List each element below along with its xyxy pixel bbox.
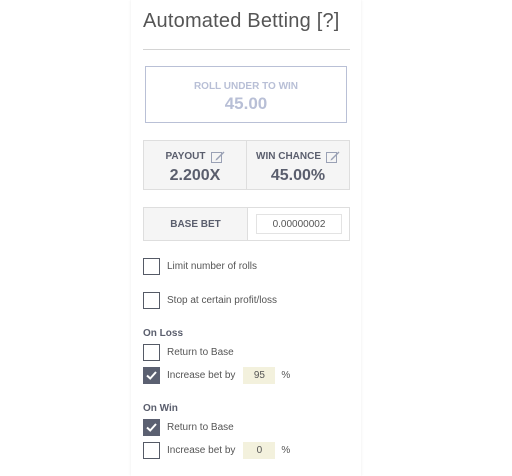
on-win-return-label: Return to Base	[167, 422, 234, 433]
limit-rolls-checkbox[interactable]	[143, 258, 160, 275]
on-loss-return-option[interactable]: Return to Base	[143, 344, 234, 361]
page-title: Automated Betting [?]	[143, 10, 340, 32]
on-loss-increase-option[interactable]: Increase bet by %	[143, 367, 290, 384]
on-win-increase-option[interactable]: Increase bet by %	[143, 442, 290, 459]
on-loss-return-checkbox[interactable]	[143, 344, 160, 361]
title-divider	[143, 49, 350, 50]
win-chance-value: 45.00%	[270, 167, 326, 184]
roll-under-label: ROLL UNDER TO WIN	[193, 81, 299, 92]
base-bet-input[interactable]	[256, 214, 342, 234]
on-win-percent-sign: %	[281, 445, 291, 456]
payout-box: PAYOUT 2.200X	[143, 140, 247, 190]
on-win-return-option[interactable]: Return to Base	[143, 419, 234, 436]
payout-label: PAYOUT	[165, 151, 206, 162]
limit-rolls-label: Limit number of rolls	[167, 261, 258, 272]
on-loss-increase-checkbox[interactable]	[143, 367, 160, 384]
on-win-heading: On Win	[143, 403, 178, 414]
limit-rolls-option[interactable]: Limit number of rolls	[143, 258, 257, 275]
stop-profit-loss-checkbox[interactable]	[143, 292, 160, 309]
checkmark-icon	[146, 371, 157, 380]
on-loss-return-label: Return to Base	[167, 347, 234, 358]
stop-profit-loss-label: Stop at certain profit/loss	[167, 295, 278, 306]
on-loss-increase-label: Increase bet by	[167, 370, 236, 381]
checkmark-icon	[146, 423, 157, 432]
on-win-increase-label: Increase bet by	[167, 445, 236, 456]
base-bet-label: BASE BET	[144, 208, 248, 240]
pencil-edit-icon[interactable]	[210, 150, 225, 163]
win-chance-label: WIN CHANCE	[256, 151, 321, 162]
payout-value: 2.200X	[169, 167, 221, 184]
win-chance-box: WIN CHANCE 45.00%	[247, 140, 350, 190]
on-loss-increase-input[interactable]	[243, 367, 276, 384]
roll-under-value: 45.00	[224, 94, 268, 113]
stats-row: PAYOUT 2.200X WIN CHANCE 45.00%	[143, 140, 350, 190]
pencil-edit-icon[interactable]	[326, 150, 340, 163]
on-loss-percent-sign: %	[281, 370, 291, 381]
roll-under-box[interactable]: ROLL UNDER TO WIN 45.00	[145, 66, 347, 123]
on-win-increase-checkbox[interactable]	[143, 442, 160, 459]
on-win-return-checkbox[interactable]	[143, 419, 160, 436]
on-win-increase-input[interactable]	[243, 442, 276, 459]
on-loss-heading: On Loss	[143, 328, 184, 339]
base-bet-row: BASE BET	[143, 207, 350, 241]
stop-profit-loss-option[interactable]: Stop at certain profit/loss	[143, 292, 277, 309]
